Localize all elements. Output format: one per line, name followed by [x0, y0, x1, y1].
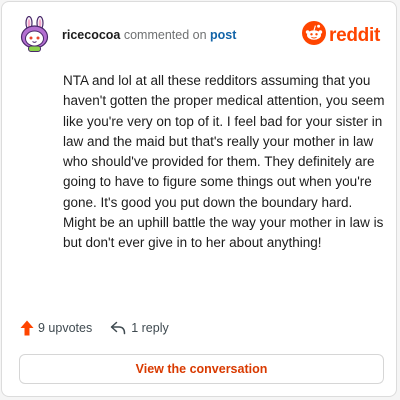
- reddit-snoo-icon: [302, 21, 327, 50]
- reddit-logo[interactable]: reddit: [302, 21, 380, 50]
- upvote-button[interactable]: 9 upvotes: [20, 320, 92, 336]
- comment-header: ricecocoa commented on post reddit: [2, 2, 396, 68]
- reddit-wordmark: reddit: [329, 24, 380, 46]
- comment-text: NTA and lol at all these redditors assum…: [63, 73, 385, 251]
- reply-button[interactable]: 1 reply: [110, 321, 169, 335]
- upvotes-count: 9 upvotes: [38, 321, 93, 335]
- upvote-arrow-icon: [20, 320, 34, 336]
- comment-actions: 9 upvotes 1 reply: [20, 318, 169, 338]
- comment-meta: ricecocoa commented on post: [62, 28, 236, 42]
- reply-count: 1 reply: [131, 321, 169, 335]
- view-conversation-button[interactable]: View the conversation: [19, 354, 384, 384]
- post-link[interactable]: post: [210, 28, 236, 42]
- action-text: commented on: [123, 28, 207, 42]
- snoo-avatar-icon[interactable]: [20, 15, 50, 52]
- username[interactable]: ricecocoa: [62, 28, 120, 42]
- reply-arrow-icon: [110, 321, 126, 335]
- comment-card: ricecocoa commented on post reddit NTA a…: [1, 1, 397, 397]
